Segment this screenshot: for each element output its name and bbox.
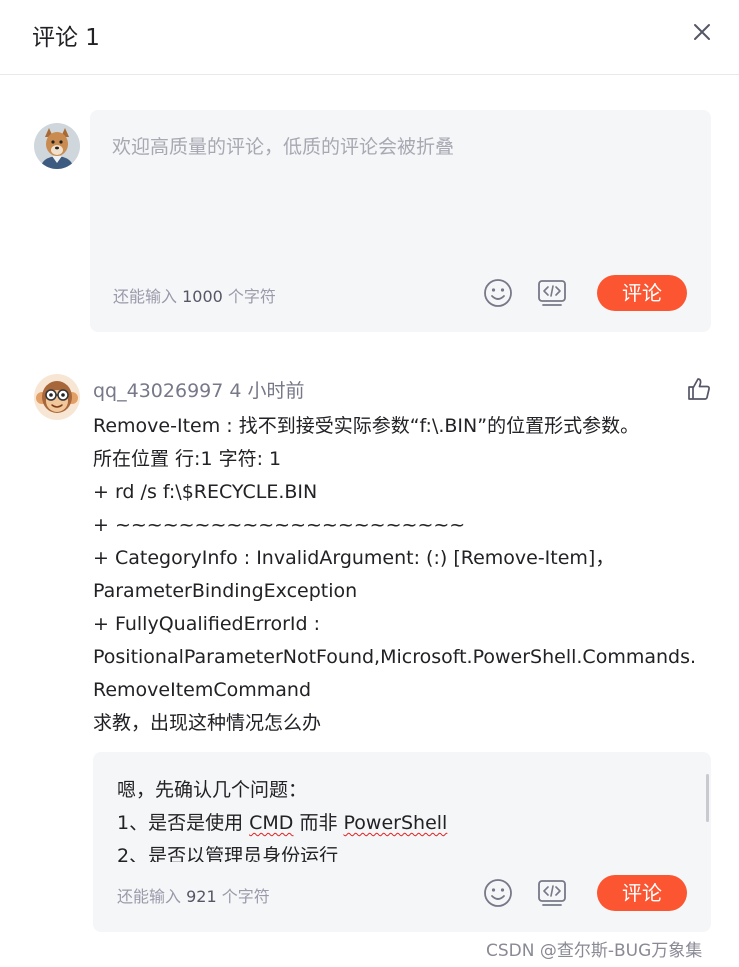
reply-char-count-hint: 还能输入 921 个字符 xyxy=(117,887,270,906)
comment-line: Remove-Item : 找不到接受实际参数“f:\.BIN”的位置形式参数。 xyxy=(93,415,640,437)
comment-body: Remove-Item : 找不到接受实际参数“f:\.BIN”的位置形式参数。… xyxy=(93,410,713,740)
comment-composer: 还能输入 1000 个字符 评论 xyxy=(90,110,711,332)
close-icon[interactable] xyxy=(690,20,714,44)
emoji-icon[interactable] xyxy=(482,277,514,309)
submit-comment-button[interactable]: 评论 xyxy=(597,275,687,311)
comment-line: ParameterBindingException xyxy=(93,580,358,602)
watermark: CSDN @查尔斯-BUG万象集 xyxy=(486,941,703,961)
thumbs-up-icon[interactable] xyxy=(686,376,712,402)
emoji-icon[interactable] xyxy=(482,877,514,909)
comment-line: + CategoryInfo : InvalidArgument: (:) [R… xyxy=(93,547,615,569)
comment-username[interactable]: qq_43026997 xyxy=(93,380,223,402)
comment-time: 4 小时前 xyxy=(229,380,305,402)
submit-reply-button[interactable]: 评论 xyxy=(597,875,687,911)
current-user-avatar xyxy=(34,123,80,169)
comment-meta: qq_43026997 4 小时前 xyxy=(93,376,304,403)
reply-input[interactable]: 嗯，先确认几个问题： 1、是否是使用 CMD 而非 PowerShell 2、是… xyxy=(117,774,697,862)
code-block-icon[interactable] xyxy=(536,277,568,309)
comment-line: + ~~~~~~~~~~~~~~~~~~~~~~ xyxy=(93,514,466,536)
reply-scrollbar[interactable] xyxy=(706,774,709,822)
reply-line: 1、是否是使用 CMD 而非 PowerShell xyxy=(117,812,448,834)
reply-line: 嗯，先确认几个问题： xyxy=(117,779,308,801)
spellcheck-word: PowerShell xyxy=(343,812,448,834)
commenter-avatar xyxy=(34,374,80,420)
comment-line: PositionalParameterNotFound,Microsoft.Po… xyxy=(93,646,697,668)
spellcheck-word: CMD xyxy=(249,812,294,834)
comment-input[interactable] xyxy=(112,132,692,252)
char-count-hint: 还能输入 1000 个字符 xyxy=(113,287,276,306)
comment-line: RemoveItemCommand xyxy=(93,679,312,701)
comment-panel-header: 评论 1 xyxy=(0,0,739,75)
comment-line: 所在位置 行:1 字符: 1 xyxy=(93,448,282,470)
code-block-icon[interactable] xyxy=(536,877,568,909)
reply-line: 2、是否以管理员身份运行 xyxy=(117,845,339,862)
comment-line: + rd /s f:\$RECYCLE.BIN xyxy=(93,481,318,503)
reply-composer: 嗯，先确认几个问题： 1、是否是使用 CMD 而非 PowerShell 2、是… xyxy=(93,752,711,932)
comment-line: + FullyQualifiedErrorId : xyxy=(93,613,321,635)
comment-line: 求教，出现这种情况怎么办 xyxy=(93,712,322,734)
panel-title: 评论 1 xyxy=(32,25,100,51)
